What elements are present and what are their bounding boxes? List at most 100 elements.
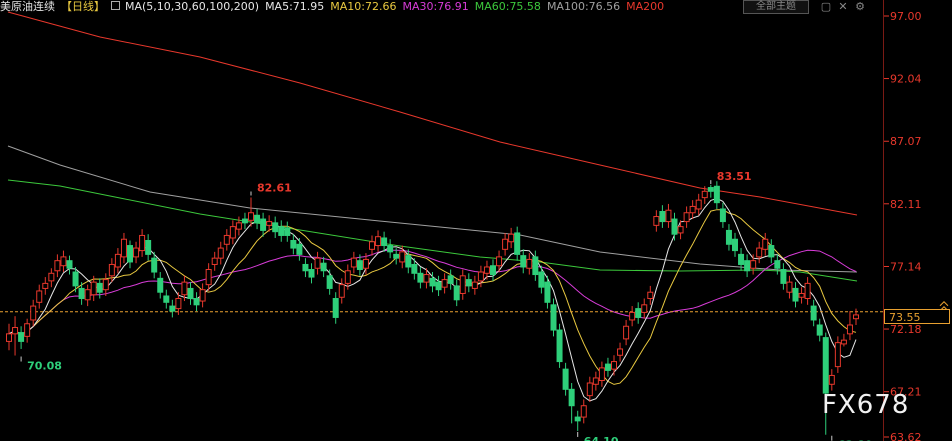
candle-body bbox=[665, 209, 672, 223]
candle-body bbox=[326, 275, 333, 289]
candle-body bbox=[465, 279, 472, 287]
candle-body bbox=[393, 253, 400, 259]
candle-body bbox=[114, 253, 121, 268]
y-tick-label: 63.62 bbox=[890, 431, 922, 441]
candle-body bbox=[375, 236, 382, 247]
extreme-label: 82.61 bbox=[257, 181, 292, 194]
candle-body bbox=[750, 260, 757, 269]
candle-body bbox=[338, 284, 345, 298]
candle-body bbox=[822, 337, 829, 394]
candle-body bbox=[483, 266, 490, 274]
candle-body bbox=[30, 305, 37, 321]
candle-body bbox=[683, 212, 690, 223]
candle-body bbox=[84, 289, 91, 301]
candle-body bbox=[302, 263, 309, 272]
candle-body bbox=[278, 226, 285, 236]
candle-body bbox=[774, 260, 781, 269]
candle-body bbox=[629, 311, 636, 321]
extreme-label: 70.08 bbox=[27, 360, 62, 373]
candle-body bbox=[145, 239, 152, 255]
candle-body bbox=[689, 205, 696, 214]
y-tick-label: 82.11 bbox=[890, 198, 922, 211]
candle-body bbox=[24, 323, 31, 337]
candle-body bbox=[332, 298, 339, 318]
candle-body bbox=[447, 275, 454, 284]
legend-square-icon bbox=[111, 1, 120, 10]
candle-body bbox=[66, 260, 73, 269]
y-tick-label: 92.04 bbox=[890, 73, 922, 86]
candle-body bbox=[411, 263, 418, 274]
candle-body bbox=[42, 282, 49, 289]
box-icon[interactable]: ▢ bbox=[819, 0, 833, 13]
ma200-value: MA200 bbox=[626, 0, 665, 13]
candle-body bbox=[502, 238, 509, 250]
candle-body bbox=[235, 222, 242, 230]
candle-body bbox=[544, 281, 551, 303]
candle-body bbox=[163, 295, 170, 303]
candle-body bbox=[496, 256, 503, 267]
candle-body bbox=[792, 287, 799, 302]
candle-body bbox=[695, 199, 702, 210]
candle-body bbox=[635, 308, 642, 318]
candle-body bbox=[193, 298, 200, 306]
candle-body bbox=[290, 239, 297, 249]
candle-body bbox=[562, 368, 569, 390]
all-themes-button[interactable]: 全部主题 bbox=[743, 0, 809, 14]
settings-icon[interactable]: ⚙ bbox=[853, 0, 867, 13]
close-icon[interactable]: ✕ bbox=[836, 0, 850, 13]
candle-body bbox=[169, 305, 176, 312]
candle-body bbox=[598, 367, 605, 381]
candle-body bbox=[284, 227, 291, 236]
candle-body bbox=[102, 279, 109, 291]
candle-body bbox=[738, 253, 745, 265]
extreme-label: 83.51 bbox=[717, 170, 752, 183]
candle-body bbox=[369, 241, 375, 250]
candle-body bbox=[586, 382, 593, 397]
candle-body bbox=[199, 289, 206, 302]
candle-body bbox=[260, 218, 267, 231]
candle-body bbox=[205, 269, 212, 286]
candle-body bbox=[526, 258, 533, 269]
candle-body bbox=[574, 416, 581, 422]
candle-body bbox=[592, 377, 599, 385]
candle-body bbox=[834, 342, 841, 368]
candle-body bbox=[653, 216, 660, 226]
candle-body bbox=[423, 274, 430, 283]
candle-body bbox=[36, 290, 43, 303]
candle-body bbox=[725, 229, 732, 245]
candle-body bbox=[514, 232, 521, 255]
candle-body bbox=[671, 218, 678, 235]
candle-body bbox=[798, 292, 805, 298]
candle-body bbox=[611, 361, 617, 370]
candle-body bbox=[211, 257, 218, 265]
period-label[interactable]: 【日线】 bbox=[61, 0, 105, 13]
candle-body bbox=[786, 281, 793, 293]
candle-body bbox=[550, 304, 557, 331]
candle-body bbox=[641, 304, 648, 313]
candlestick-chart[interactable]: 97.0092.0487.0782.1177.1472.1867.2163.62… bbox=[0, 0, 952, 441]
candle-body bbox=[532, 256, 539, 276]
candle-body bbox=[127, 245, 133, 263]
candle-body bbox=[60, 256, 67, 267]
candle-body bbox=[477, 271, 484, 282]
candle-body bbox=[568, 388, 575, 407]
candle-body bbox=[48, 272, 55, 282]
candle-body bbox=[12, 327, 19, 335]
candle-body bbox=[6, 333, 12, 342]
candle-body bbox=[435, 281, 442, 291]
y-tick-label: 77.14 bbox=[890, 260, 922, 273]
candle-body bbox=[719, 208, 726, 223]
candle-body bbox=[120, 238, 127, 258]
candle-body bbox=[453, 285, 460, 301]
candle-body bbox=[744, 260, 751, 272]
candle-body bbox=[90, 281, 97, 296]
candle-body bbox=[520, 255, 527, 268]
candle-body bbox=[229, 226, 236, 239]
candle-body bbox=[266, 221, 273, 226]
candle-body bbox=[387, 245, 394, 253]
ma60-value: MA60:75.58 bbox=[474, 0, 541, 13]
extreme-label: 64.10 bbox=[584, 435, 619, 441]
candle-body bbox=[762, 238, 769, 250]
candle-body bbox=[399, 251, 406, 263]
ma100-value: MA100:76.56 bbox=[546, 0, 621, 13]
